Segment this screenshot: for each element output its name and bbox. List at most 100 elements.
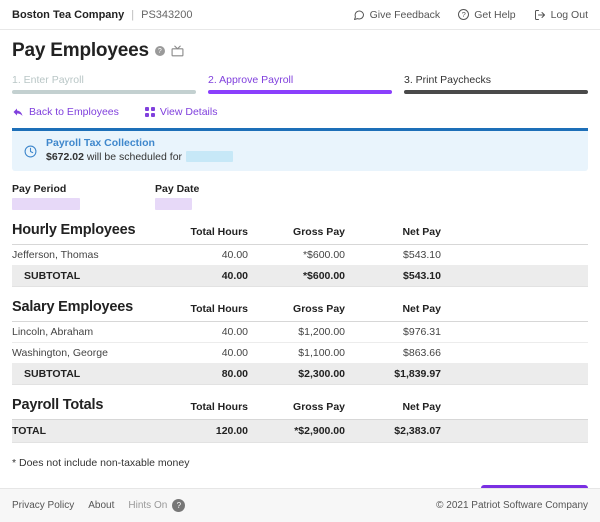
- hints-toggle[interactable]: Hints On ?: [128, 499, 185, 512]
- back-arrow-icon: [12, 106, 24, 118]
- main-area: Pay Employees ? 1. Enter Payroll 2. Appr…: [0, 30, 600, 488]
- pay-period-label: Pay Period: [12, 183, 155, 195]
- content: Pay Employees ? 1. Enter Payroll 2. Appr…: [0, 30, 600, 488]
- col-gross-pay: Gross Pay: [248, 397, 345, 420]
- employee-gross: $1,200.00: [248, 322, 345, 343]
- payroll-totals-table: Payroll Totals Total Hours Gross Pay Net…: [12, 397, 588, 443]
- page-help-icon[interactable]: ?: [155, 46, 165, 56]
- topbar-links: Give Feedback ? Get Help Log Out: [353, 9, 588, 21]
- hourly-employees-table: Hourly Employees Total Hours Gross Pay N…: [12, 222, 588, 287]
- step-label: 2. Approve Payroll: [208, 74, 392, 86]
- footer: Privacy Policy About Hints On ? © 2021 P…: [0, 488, 600, 522]
- privacy-policy-link[interactable]: Privacy Policy: [12, 500, 74, 511]
- total-gross: *$2,900.00: [248, 420, 345, 443]
- col-gross-pay: Gross Pay: [248, 222, 345, 245]
- step-bar: [404, 90, 588, 94]
- step-approve-payroll[interactable]: 2. Approve Payroll: [208, 74, 392, 94]
- hints-question-icon: ?: [172, 499, 185, 512]
- employee-hours: 40.00: [164, 343, 248, 364]
- subtotal-gross: *$600.00: [248, 266, 345, 287]
- pay-period-block: Pay Period: [12, 183, 155, 210]
- col-total-hours: Total Hours: [164, 222, 248, 245]
- page-title: Pay Employees: [12, 40, 149, 62]
- back-to-employees-label: Back to Employees: [29, 106, 119, 118]
- grid-icon: [145, 107, 155, 117]
- get-help-link[interactable]: ? Get Help: [458, 9, 515, 21]
- step-bar: [208, 90, 392, 94]
- help-circle-icon: ?: [458, 9, 469, 20]
- subtotal-hours: 40.00: [164, 266, 248, 287]
- payroll-totals-section: Payroll Totals Total Hours Gross Pay Net…: [12, 397, 588, 443]
- step-print-paychecks[interactable]: 3. Print Paychecks: [404, 74, 588, 94]
- employee-gross: *$600.00: [248, 245, 345, 266]
- speech-bubble-icon: [353, 9, 365, 21]
- payroll-run-id: PS343200: [141, 9, 192, 21]
- company-name: Boston Tea Company: [12, 9, 124, 21]
- page-header: Pay Employees ?: [12, 40, 588, 62]
- col-net-pay: Net Pay: [345, 397, 441, 420]
- pay-date-block: Pay Date: [155, 183, 298, 210]
- clock-icon: [24, 139, 37, 163]
- subtotal-label: SUBTOTAL: [12, 266, 164, 287]
- subtotal-label: SUBTOTAL: [12, 364, 164, 385]
- divider: |: [131, 9, 134, 21]
- table-row: Jefferson, Thomas 40.00 *$600.00 $543.10: [12, 245, 588, 266]
- pay-info-row: Pay Period Pay Date: [12, 183, 588, 210]
- company-info: Boston Tea Company | PS343200: [12, 9, 193, 21]
- view-details-label: View Details: [160, 106, 218, 118]
- log-out-link[interactable]: Log Out: [534, 9, 588, 21]
- give-feedback-label: Give Feedback: [370, 9, 441, 21]
- redacted-date-highlight: [186, 151, 233, 162]
- top-bar: Boston Tea Company | PS343200 Give Feedb…: [0, 0, 600, 30]
- toolbar: Back to Employees View Details: [12, 106, 588, 118]
- copyright-text: © 2021 Patriot Software Company: [436, 500, 588, 511]
- tax-amount: $672.02: [46, 151, 84, 163]
- banner-message: $672.02 will be scheduled for: [46, 151, 233, 163]
- progress-steps: 1. Enter Payroll 2. Approve Payroll 3. P…: [12, 74, 588, 94]
- video-tutorial-icon[interactable]: [171, 45, 184, 58]
- col-total-hours: Total Hours: [164, 299, 248, 322]
- col-net-pay: Net Pay: [345, 299, 441, 322]
- section-title: Hourly Employees: [12, 222, 164, 245]
- employee-name: Washington, George: [12, 343, 164, 364]
- subtotal-hours: 80.00: [164, 364, 248, 385]
- employee-hours: 40.00: [164, 322, 248, 343]
- employee-net: $543.10: [345, 245, 441, 266]
- employee-net: $976.31: [345, 322, 441, 343]
- pay-date-label: Pay Date: [155, 183, 298, 195]
- back-to-employees-link[interactable]: Back to Employees: [12, 106, 119, 118]
- employee-name: Lincoln, Abraham: [12, 322, 164, 343]
- table-header-row: Salary Employees Total Hours Gross Pay N…: [12, 299, 588, 322]
- col-gross-pay: Gross Pay: [248, 299, 345, 322]
- col-net-pay: Net Pay: [345, 222, 441, 245]
- subtotal-row: SUBTOTAL 40.00 *$600.00 $543.10: [12, 266, 588, 287]
- subtotal-gross: $2,300.00: [248, 364, 345, 385]
- hourly-employees-section: Hourly Employees Total Hours Gross Pay N…: [12, 222, 588, 287]
- about-link[interactable]: About: [88, 500, 114, 511]
- total-label: TOTAL: [12, 420, 164, 443]
- total-net: $2,383.07: [345, 420, 441, 443]
- pay-date-value-redacted: [155, 198, 192, 210]
- employee-net: $863.66: [345, 343, 441, 364]
- banner-text: will be scheduled for: [87, 151, 182, 163]
- salary-employees-section: Salary Employees Total Hours Gross Pay N…: [12, 299, 588, 385]
- hints-label: Hints On: [128, 500, 167, 511]
- employee-gross: $1,100.00: [248, 343, 345, 364]
- view-details-link[interactable]: View Details: [145, 106, 218, 118]
- total-row: TOTAL 120.00 *$2,900.00 $2,383.07: [12, 420, 588, 443]
- employee-name: Jefferson, Thomas: [12, 245, 164, 266]
- subtotal-net: $1,839.97: [345, 364, 441, 385]
- logout-icon: [534, 9, 546, 21]
- salary-employees-table: Salary Employees Total Hours Gross Pay N…: [12, 299, 588, 385]
- table-header-row: Payroll Totals Total Hours Gross Pay Net…: [12, 397, 588, 420]
- table-row: Lincoln, Abraham 40.00 $1,200.00 $976.31: [12, 322, 588, 343]
- get-help-label: Get Help: [474, 9, 515, 21]
- subtotal-net: $543.10: [345, 266, 441, 287]
- employee-hours: 40.00: [164, 245, 248, 266]
- log-out-label: Log Out: [551, 9, 588, 21]
- step-enter-payroll[interactable]: 1. Enter Payroll: [12, 74, 196, 94]
- step-bar: [12, 90, 196, 94]
- footnote: * Does not include non-taxable money: [12, 457, 588, 469]
- step-label: 1. Enter Payroll: [12, 74, 196, 86]
- give-feedback-link[interactable]: Give Feedback: [353, 9, 441, 21]
